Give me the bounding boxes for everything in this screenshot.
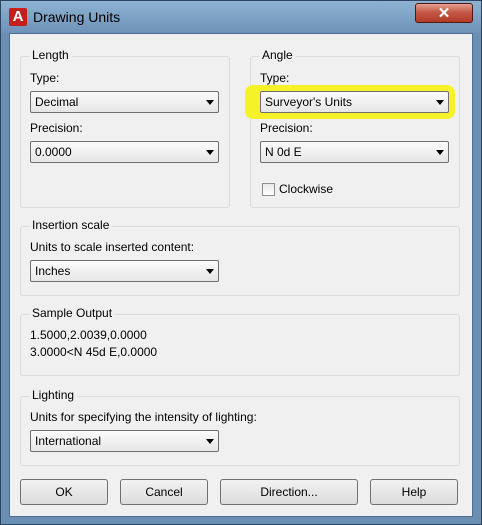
length-type-label: Type: [30,71,60,85]
cancel-button[interactable]: Cancel [120,479,208,505]
chevron-down-icon [436,100,444,105]
chevron-down-icon [206,439,214,444]
insertion-units-label: Units to scale inserted content: [30,240,195,254]
length-precision-value: 0.0000 [35,145,72,159]
chevron-down-icon [436,150,444,155]
close-button[interactable]: ✕ [415,3,473,23]
angle-group: Angle Type: Surveyor's Units Precision: … [245,48,460,208]
insertion-scale-group-label: Insertion scale [29,218,113,232]
sample-output-group: Sample Output 1.5000,2.0039,0.0000 3.000… [20,306,460,376]
help-button[interactable]: Help [370,479,458,505]
clockwise-label[interactable]: Clockwise [279,182,333,196]
angle-precision-dropdown[interactable]: N 0d E [260,141,449,163]
angle-precision-value: N 0d E [265,145,302,159]
clockwise-checkbox[interactable] [262,183,275,196]
length-precision-dropdown[interactable]: 0.0000 [30,141,219,163]
insertion-units-dropdown[interactable]: Inches [30,260,219,282]
length-group: Length Type: Decimal Precision: 0.0000 [20,48,230,208]
lighting-group: Lighting Units for specifying the intens… [20,388,460,466]
lighting-units-value: International [35,434,102,448]
sample-output-line-1: 1.5000,2.0039,0.0000 [30,328,147,342]
sample-output-line-2: 3.0000<N 45d E,0.0000 [30,345,158,359]
angle-precision-label: Precision: [260,121,313,135]
length-group-label: Length [29,48,72,62]
window-title: Drawing Units [33,9,121,25]
ok-button[interactable]: OK [20,479,108,505]
lighting-units-label: Units for specifying the intensity of li… [30,410,257,424]
chevron-down-icon [206,150,214,155]
chevron-down-icon [206,269,214,274]
direction-button[interactable]: Direction... [220,479,358,505]
length-type-dropdown[interactable]: Decimal [30,91,219,113]
chevron-down-icon [206,100,214,105]
length-type-value: Decimal [35,95,79,109]
angle-type-dropdown[interactable]: Surveyor's Units [260,91,449,113]
sample-output-group-label: Sample Output [29,306,116,320]
lighting-units-dropdown[interactable]: International [30,430,219,452]
title-bar[interactable]: A Drawing Units ✕ [1,1,481,33]
drawing-units-dialog: A Drawing Units ✕ Length Type: Decimal P… [0,0,482,525]
angle-group-label: Angle [259,48,296,62]
length-precision-label: Precision: [30,121,83,135]
insertion-scale-group: Insertion scale Units to scale inserted … [20,218,460,296]
dialog-body: Length Type: Decimal Precision: 0.0000 A… [9,33,473,517]
insertion-units-value: Inches [35,264,71,278]
autocad-logo-icon: A [9,8,27,26]
lighting-group-label: Lighting [29,388,78,402]
angle-type-label: Type: [260,71,290,85]
angle-type-value: Surveyor's Units [265,95,352,109]
